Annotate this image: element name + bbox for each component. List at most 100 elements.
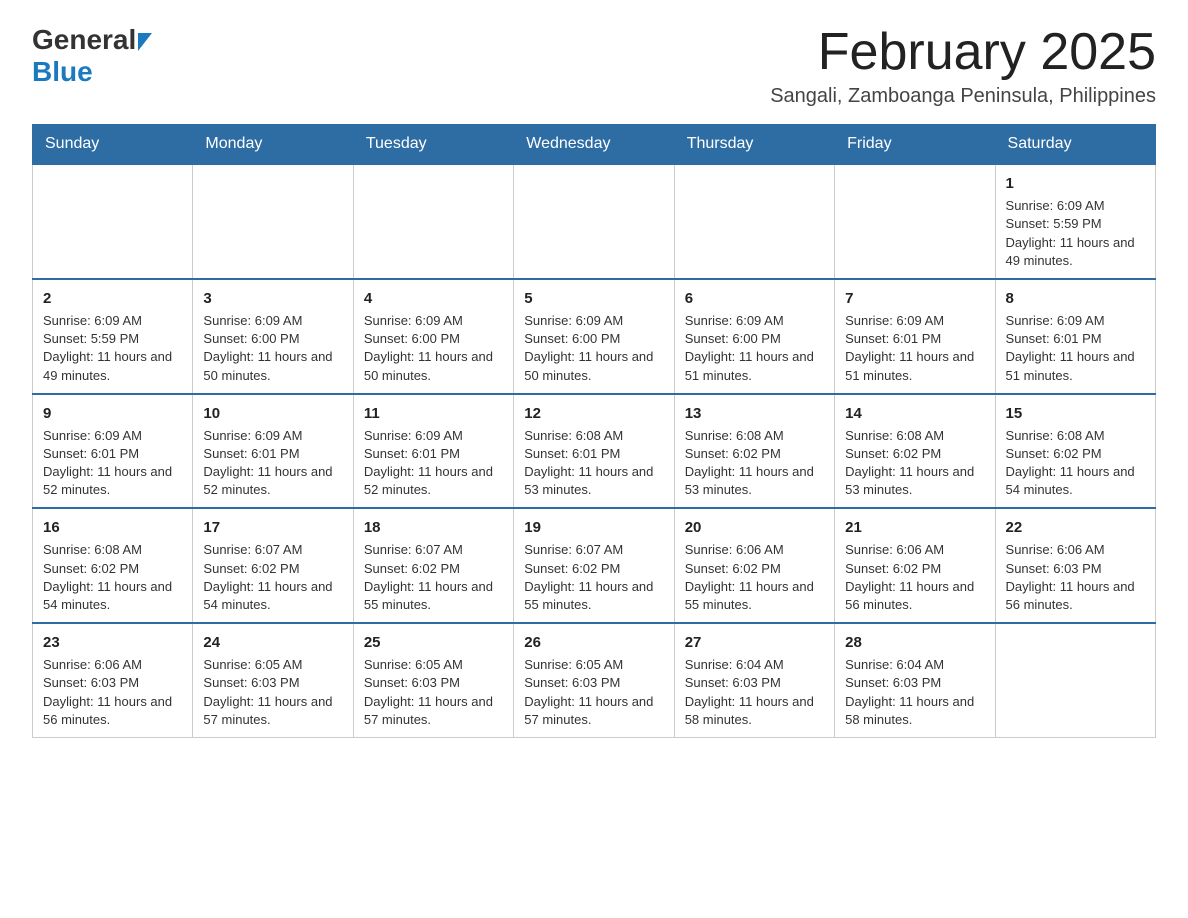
month-year-title: February 2025 — [770, 24, 1156, 81]
calendar-week-row: 23 Sunrise: 6:06 AMSunset: 6:03 PMDayligh… — [33, 623, 1156, 737]
day-number: 6 — [685, 288, 824, 309]
day-info: Sunrise: 6:07 AMSunset: 6:02 PMDaylight:… — [203, 541, 342, 614]
table-row: 15 Sunrise: 6:08 AMSunset: 6:02 PMDayligh… — [995, 394, 1155, 509]
calendar-week-row: 9 Sunrise: 6:09 AMSunset: 6:01 PMDaylight… — [33, 394, 1156, 509]
table-row: 8 Sunrise: 6:09 AMSunset: 6:01 PMDaylight… — [995, 279, 1155, 394]
table-row: 5 Sunrise: 6:09 AMSunset: 6:00 PMDaylight… — [514, 279, 674, 394]
table-row — [33, 164, 193, 279]
table-row: 11 Sunrise: 6:09 AMSunset: 6:01 PMDayligh… — [353, 394, 513, 509]
day-info: Sunrise: 6:08 AMSunset: 6:01 PMDaylight:… — [524, 427, 663, 500]
day-number: 13 — [685, 403, 824, 424]
table-row: 14 Sunrise: 6:08 AMSunset: 6:02 PMDayligh… — [835, 394, 995, 509]
day-number: 27 — [685, 632, 824, 653]
table-row — [353, 164, 513, 279]
title-area: February 2025 Sangali, Zamboanga Peninsu… — [770, 24, 1156, 108]
table-row: 25Sunrise: 6:05 AMSunset: 6:03 PMDayligh… — [353, 623, 513, 737]
table-row: 24 Sunrise: 6:05 AMSunset: 6:03 PMDayligh… — [193, 623, 353, 737]
day-number: 11 — [364, 403, 503, 424]
logo-blue-text: Blue — [32, 56, 93, 87]
day-info: Sunrise: 6:06 AMSunset: 6:02 PMDaylight:… — [845, 541, 984, 614]
table-row — [193, 164, 353, 279]
day-info: Sunrise: 6:07 AMSunset: 6:02 PMDaylight:… — [524, 541, 663, 614]
day-number: 4 — [364, 288, 503, 309]
table-row — [674, 164, 834, 279]
header-friday: Friday — [835, 125, 995, 165]
table-row — [514, 164, 674, 279]
location-subtitle: Sangali, Zamboanga Peninsula, Philippine… — [770, 85, 1156, 108]
day-number: 24 — [203, 632, 342, 653]
day-info: Sunrise: 6:08 AMSunset: 6:02 PMDaylight:… — [845, 427, 984, 500]
table-row: 2Sunrise: 6:09 AMSunset: 5:59 PMDaylight… — [33, 279, 193, 394]
day-number: 22 — [1006, 517, 1145, 538]
day-info: Sunrise: 6:05 AMSunset: 6:03 PMDaylight:… — [203, 656, 342, 729]
day-number: 26 — [524, 632, 663, 653]
table-row: 27Sunrise: 6:04 AMSunset: 6:03 PMDayligh… — [674, 623, 834, 737]
day-info: Sunrise: 6:09 AMSunset: 6:01 PMDaylight:… — [845, 312, 984, 385]
table-row: 12 Sunrise: 6:08 AMSunset: 6:01 PMDayligh… — [514, 394, 674, 509]
table-row: 26Sunrise: 6:05 AMSunset: 6:03 PMDayligh… — [514, 623, 674, 737]
table-row: 18 Sunrise: 6:07 AMSunset: 6:02 PMDayligh… — [353, 508, 513, 623]
table-row: 9 Sunrise: 6:09 AMSunset: 6:01 PMDaylight… — [33, 394, 193, 509]
day-number: 19 — [524, 517, 663, 538]
day-info: Sunrise: 6:09 AMSunset: 6:00 PMDaylight:… — [203, 312, 342, 385]
day-info: Sunrise: 6:09 AMSunset: 6:01 PMDaylight:… — [203, 427, 342, 500]
day-number: 25 — [364, 632, 503, 653]
day-info: Sunrise: 6:09 AMSunset: 6:01 PMDaylight:… — [1006, 312, 1145, 385]
day-number: 21 — [845, 517, 984, 538]
day-info: Sunrise: 6:09 AMSunset: 5:59 PMDaylight:… — [1006, 197, 1145, 270]
day-info: Sunrise: 6:08 AMSunset: 6:02 PMDaylight:… — [43, 541, 182, 614]
day-number: 14 — [845, 403, 984, 424]
header-saturday: Saturday — [995, 125, 1155, 165]
table-row: 7 Sunrise: 6:09 AMSunset: 6:01 PMDaylight… — [835, 279, 995, 394]
day-number: 23 — [43, 632, 182, 653]
day-number: 12 — [524, 403, 663, 424]
logo: General Blue — [32, 24, 152, 88]
table-row: 16 Sunrise: 6:08 AMSunset: 6:02 PMDayligh… — [33, 508, 193, 623]
logo-arrow-icon — [138, 33, 152, 51]
calendar-week-row: 16 Sunrise: 6:08 AMSunset: 6:02 PMDayligh… — [33, 508, 1156, 623]
day-number: 17 — [203, 517, 342, 538]
day-number: 8 — [1006, 288, 1145, 309]
table-row — [995, 623, 1155, 737]
table-row: 13Sunrise: 6:08 AMSunset: 6:02 PMDayligh… — [674, 394, 834, 509]
day-info: Sunrise: 6:07 AMSunset: 6:02 PMDaylight:… — [364, 541, 503, 614]
day-info: Sunrise: 6:04 AMSunset: 6:03 PMDaylight:… — [845, 656, 984, 729]
header-wednesday: Wednesday — [514, 125, 674, 165]
day-info: Sunrise: 6:09 AMSunset: 6:00 PMDaylight:… — [364, 312, 503, 385]
day-info: Sunrise: 6:08 AMSunset: 6:02 PMDaylight:… — [1006, 427, 1145, 500]
table-row: 19 Sunrise: 6:07 AMSunset: 6:02 PMDayligh… — [514, 508, 674, 623]
table-row: 1 Sunrise: 6:09 AMSunset: 5:59 PMDaylight… — [995, 164, 1155, 279]
day-number: 28 — [845, 632, 984, 653]
table-row: 10 Sunrise: 6:09 AMSunset: 6:01 PMDayligh… — [193, 394, 353, 509]
calendar-table: Sunday Monday Tuesday Wednesday Thursday… — [32, 124, 1156, 738]
calendar-week-row: 2Sunrise: 6:09 AMSunset: 5:59 PMDaylight… — [33, 279, 1156, 394]
table-row: 6 Sunrise: 6:09 AMSunset: 6:00 PMDaylight… — [674, 279, 834, 394]
day-info: Sunrise: 6:06 AMSunset: 6:03 PMDaylight:… — [1006, 541, 1145, 614]
day-number: 1 — [1006, 173, 1145, 194]
day-info: Sunrise: 6:09 AMSunset: 6:01 PMDaylight:… — [364, 427, 503, 500]
table-row: 23 Sunrise: 6:06 AMSunset: 6:03 PMDayligh… — [33, 623, 193, 737]
header-monday: Monday — [193, 125, 353, 165]
day-number: 15 — [1006, 403, 1145, 424]
day-info: Sunrise: 6:09 AMSunset: 6:00 PMDaylight:… — [685, 312, 824, 385]
table-row: 4 Sunrise: 6:09 AMSunset: 6:00 PMDaylight… — [353, 279, 513, 394]
day-number: 7 — [845, 288, 984, 309]
day-number: 10 — [203, 403, 342, 424]
day-number: 9 — [43, 403, 182, 424]
day-number: 16 — [43, 517, 182, 538]
day-number: 5 — [524, 288, 663, 309]
day-info: Sunrise: 6:09 AMSunset: 5:59 PMDaylight:… — [43, 312, 182, 385]
day-info: Sunrise: 6:09 AMSunset: 6:00 PMDaylight:… — [524, 312, 663, 385]
day-info: Sunrise: 6:06 AMSunset: 6:03 PMDaylight:… — [43, 656, 182, 729]
table-row: 22 Sunrise: 6:06 AMSunset: 6:03 PMDayligh… — [995, 508, 1155, 623]
header-sunday: Sunday — [33, 125, 193, 165]
day-info: Sunrise: 6:09 AMSunset: 6:01 PMDaylight:… — [43, 427, 182, 500]
header-thursday: Thursday — [674, 125, 834, 165]
table-row: 20Sunrise: 6:06 AMSunset: 6:02 PMDayligh… — [674, 508, 834, 623]
logo-general-text: General — [32, 24, 136, 56]
table-row: 3Sunrise: 6:09 AMSunset: 6:00 PMDaylight… — [193, 279, 353, 394]
table-row — [835, 164, 995, 279]
day-number: 18 — [364, 517, 503, 538]
header-area: General Blue February 2025 Sangali, Zamb… — [32, 24, 1156, 108]
calendar-week-row: 1 Sunrise: 6:09 AMSunset: 5:59 PMDaylight… — [33, 164, 1156, 279]
